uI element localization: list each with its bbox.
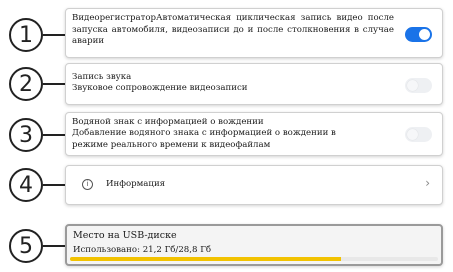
toggle-knob: [419, 29, 430, 40]
callout-connector: [43, 83, 65, 85]
info-icon: i: [82, 179, 93, 190]
watermark-card[interactable]: Водяной знак с информацией о вождении До…: [65, 112, 443, 156]
callout-1: 1: [9, 18, 43, 52]
usb-storage-bar-fill: [70, 257, 341, 261]
usb-storage-bar: [70, 257, 438, 261]
callout-connector: [43, 245, 65, 247]
usb-storage-usage: Использовано: 21,2 Гб/28,8 Гб: [73, 245, 212, 255]
usb-storage-title: Место на USB-диске: [73, 230, 177, 241]
toggle-knob: [407, 80, 418, 91]
callout-connector: [43, 184, 65, 186]
callout-5: 5: [9, 229, 43, 263]
dashcam-setting-card[interactable]: ВидеорегистраторАвтоматическая циклическ…: [65, 8, 443, 58]
dashcam-toggle[interactable]: [405, 27, 432, 42]
sound-recording-title: Запись звука: [72, 72, 132, 82]
callout-2: 2: [9, 67, 43, 101]
information-row[interactable]: i Информация ›: [65, 165, 443, 205]
toggle-knob: [407, 129, 418, 140]
information-label: Информация: [106, 179, 166, 189]
usb-storage-card: Место на USB-диске Использовано: 21,2 Гб…: [65, 224, 443, 266]
sound-recording-card[interactable]: Запись звука Звуковое сопровождение виде…: [65, 63, 443, 105]
callout-connector: [43, 34, 65, 36]
chevron-right-icon: ›: [425, 176, 430, 190]
sound-recording-toggle[interactable]: [405, 78, 432, 93]
sound-recording-subtitle: Звуковое сопровождение видеозаписи: [72, 83, 248, 93]
callout-4: 4: [9, 168, 43, 202]
watermark-title: Водяной знак с информацией о вождении: [72, 117, 264, 127]
watermark-toggle[interactable]: [405, 127, 432, 142]
callout-3: 3: [9, 118, 43, 152]
callout-connector: [43, 134, 65, 136]
watermark-subtitle: Добавление водяного знака с информацией …: [72, 128, 336, 150]
dashcam-setting-text: ВидеорегистраторАвтоматическая циклическ…: [72, 13, 394, 46]
